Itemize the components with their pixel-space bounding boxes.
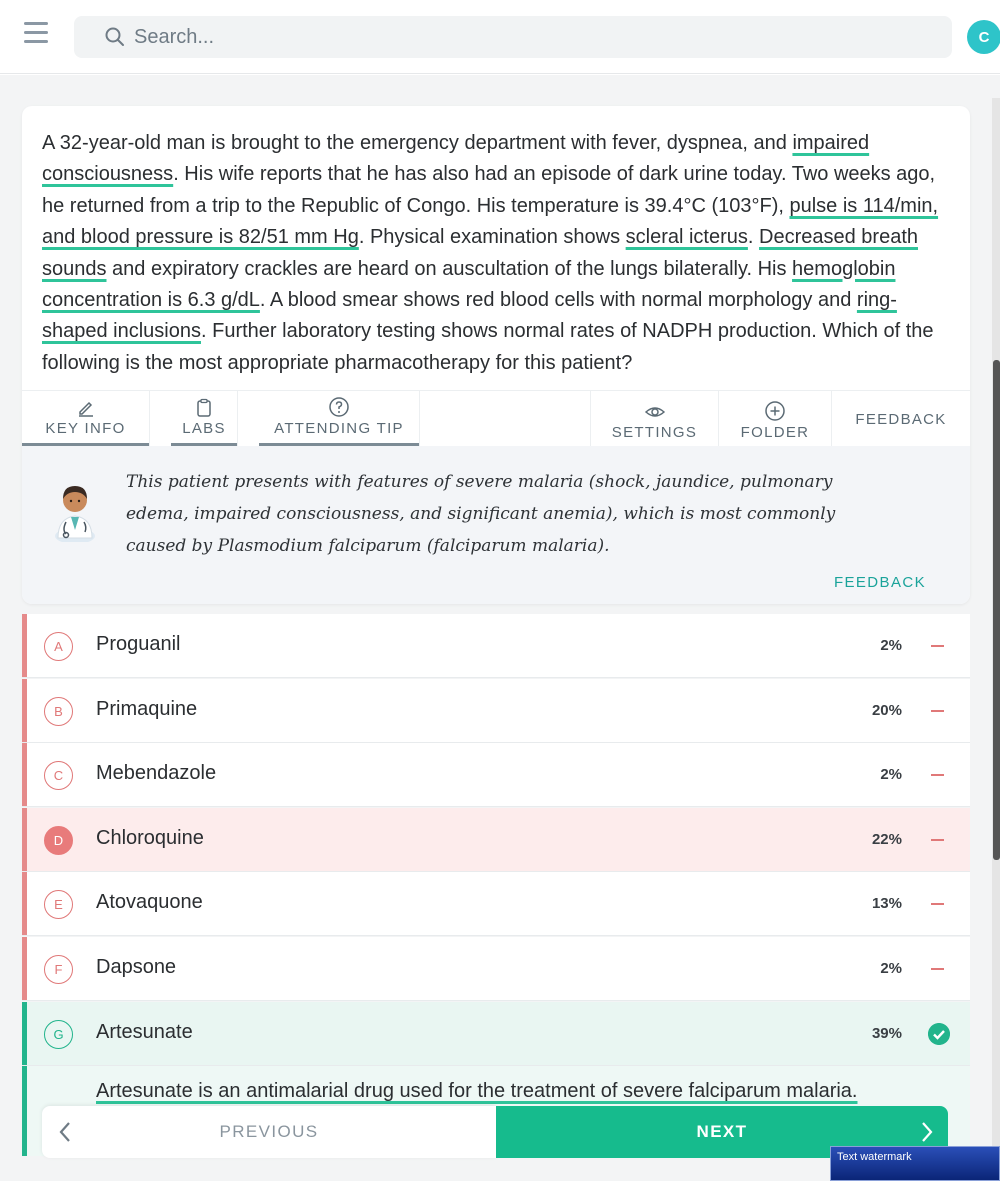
tab-folder[interactable]: FOLDER	[719, 391, 831, 447]
pencil-icon	[78, 401, 93, 417]
answer-percentage: 39%	[871, 1024, 902, 1042]
tab-feedback[interactable]: FEEDBACK	[832, 391, 970, 447]
chevron-right-icon	[922, 1122, 933, 1142]
tab-settings[interactable]: SETTINGS	[591, 391, 718, 447]
answer-percentage: 22%	[871, 830, 902, 848]
clipboard-icon	[197, 398, 211, 417]
answer-text: Primaquine	[96, 697, 198, 720]
stem-text: .	[747, 226, 760, 249]
check-circle-icon	[928, 1022, 950, 1045]
answer-letter-badge: A	[44, 632, 73, 661]
previous-label: PREVIOUS	[219, 1122, 319, 1141]
stem-text: . Physical examination shows	[358, 226, 626, 249]
answer-text: Chloroquine	[96, 826, 204, 849]
question-toolbar: KEY INFO LABS ATTENDING TIP SETTINGS FOL…	[22, 390, 970, 447]
minus-icon	[931, 838, 944, 841]
previous-button[interactable]: PREVIOUS	[42, 1106, 496, 1158]
attending-tip-panel: This patient presents with features of s…	[22, 446, 970, 604]
tip-feedback-link[interactable]: FEEDBACK	[834, 574, 926, 591]
tab-labs[interactable]: LABS	[171, 391, 237, 447]
tab-folder-label: FOLDER	[740, 424, 810, 441]
answer-option-e[interactable]: E Atovaquone 13%	[22, 872, 970, 937]
answer-status-bar	[22, 614, 27, 677]
tab-key-info-label: KEY INFO	[45, 420, 126, 437]
answer-status-bar	[22, 1001, 27, 1065]
answer-letter-badge: B	[44, 696, 73, 726]
tab-settings-label: SETTINGS	[611, 424, 698, 441]
search-input[interactable]: Search...	[74, 16, 952, 58]
plus-circle-icon	[765, 401, 785, 421]
answer-letter-badge: F	[44, 955, 73, 984]
top-bar: Search... C	[0, 0, 1000, 74]
attending-tip-text: This patient presents with features of s…	[126, 472, 836, 556]
tab-feedback-label: FEEDBACK	[855, 410, 947, 428]
answer-percentage: 20%	[871, 701, 902, 719]
answer-option-a[interactable]: A Proguanil 2%	[22, 614, 970, 678]
doctor-avatar-icon	[55, 486, 95, 542]
eye-icon	[644, 407, 665, 417]
answer-text: Mebendazole	[96, 762, 217, 785]
scrollbar-thumb[interactable]	[993, 360, 1000, 860]
minus-icon	[931, 709, 944, 712]
stem-text: A 32-year-old man is brought to the emer…	[42, 132, 793, 154]
tab-key-info[interactable]: KEY INFO	[22, 391, 149, 447]
minus-icon	[931, 903, 944, 906]
explanation-text: Artesunate is an antimalarial drug used …	[96, 1080, 858, 1102]
answer-option-c[interactable]: C Mebendazole 2%	[22, 743, 970, 808]
answer-percentage: 2%	[880, 766, 902, 784]
answer-text: Proguanil	[96, 633, 181, 655]
answer-text: Atovaquone	[96, 891, 203, 914]
tab-labs-label: LABS	[182, 420, 226, 437]
answer-status-bar	[22, 743, 27, 807]
search-icon	[105, 27, 124, 46]
question-navigation: PREVIOUS NEXT	[42, 1106, 948, 1158]
answer-text: Dapsone	[96, 956, 177, 978]
highlighted-phrase: scleral icterus	[625, 226, 748, 249]
answer-percentage: 2%	[880, 637, 902, 654]
minus-icon	[931, 968, 944, 970]
tab-attending-tip-label: ATTENDING TIP	[274, 420, 404, 437]
stem-text: and expiratory crackles are heard on aus…	[106, 257, 793, 280]
hamburger-menu-icon[interactable]	[20, 22, 52, 52]
stem-text: . A blood smear shows red blood cells wi…	[259, 289, 857, 312]
answer-letter-badge: C	[44, 761, 73, 791]
answer-letter-badge: D	[44, 825, 73, 855]
answer-percentage: 2%	[880, 960, 902, 977]
user-avatar[interactable]: C	[967, 20, 1000, 54]
answer-status-bar	[22, 872, 27, 936]
question-mark-icon	[329, 397, 349, 417]
answer-letter-badge: E	[44, 890, 73, 920]
answer-option-b[interactable]: B Primaquine 20%	[22, 678, 970, 743]
answer-status-bar	[22, 807, 27, 871]
answer-text: Artesunate	[96, 1020, 193, 1043]
answer-status-bar	[22, 937, 27, 1000]
answer-option-f[interactable]: F Dapsone 2%	[22, 937, 970, 1001]
question-stem: A 32-year-old man is brought to the emer…	[42, 128, 957, 379]
next-label: NEXT	[696, 1122, 748, 1141]
tab-attending-tip[interactable]: ATTENDING TIP	[259, 391, 419, 447]
answer-status-bar	[22, 678, 27, 742]
answer-percentage: 13%	[871, 895, 902, 913]
minus-icon	[931, 645, 944, 647]
answer-option-d[interactable]: D Chloroquine 22%	[22, 807, 970, 872]
question-card: A 32-year-old man is brought to the emer…	[22, 106, 970, 604]
answer-letter-badge: G	[44, 1019, 73, 1049]
answer-option-g[interactable]: G Artesunate 39%	[22, 1001, 970, 1066]
minus-icon	[931, 774, 944, 777]
text-watermark: Text watermark	[830, 1146, 1000, 1181]
search-placeholder: Search...	[134, 25, 215, 48]
